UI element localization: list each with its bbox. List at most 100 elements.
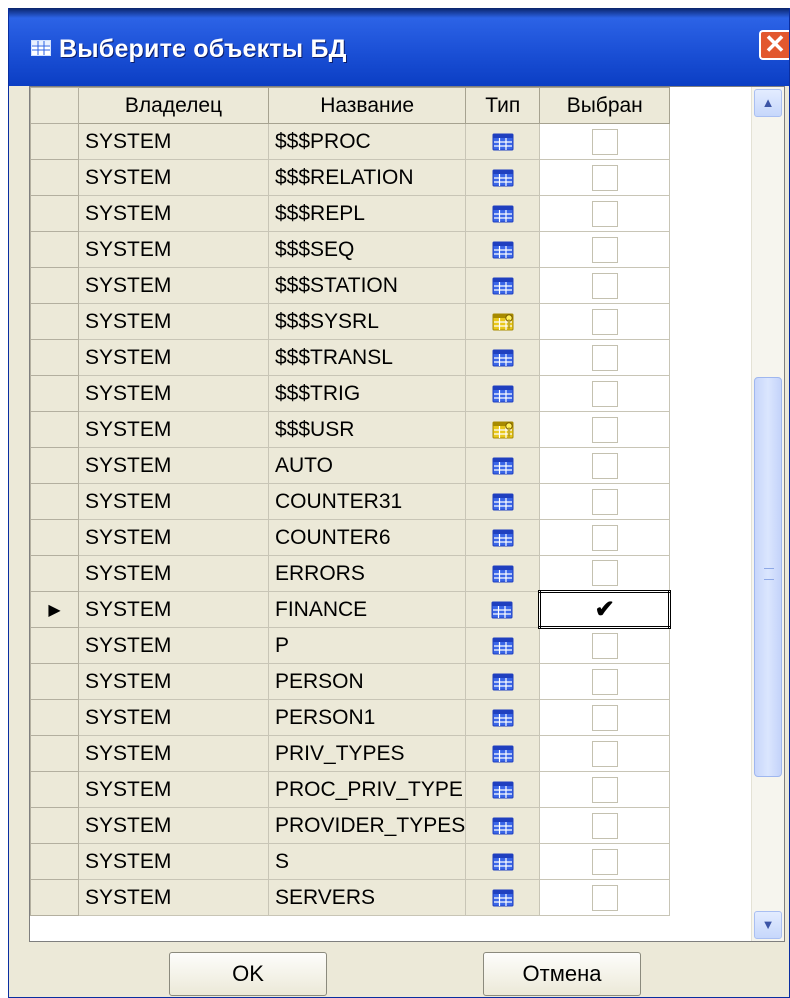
selected-cell[interactable]: [539, 195, 671, 232]
selected-checkbox[interactable]: [591, 236, 618, 263]
row-indicator[interactable]: [30, 411, 79, 448]
type-cell[interactable]: [465, 339, 541, 376]
name-cell[interactable]: PRIV_TYPES: [267, 735, 467, 772]
selected-cell[interactable]: [539, 843, 671, 880]
ok-button[interactable]: OK: [169, 952, 327, 996]
scroll-down-arrow-icon[interactable]: ▼: [754, 911, 782, 939]
scroll-thumb[interactable]: [754, 377, 782, 777]
row-indicator[interactable]: [30, 663, 79, 700]
owner-cell[interactable]: SYSTEM: [78, 159, 269, 196]
type-cell[interactable]: [465, 699, 541, 736]
name-cell[interactable]: $$$SYSRL: [267, 303, 467, 340]
selected-cell[interactable]: [539, 339, 671, 376]
selected-checkbox[interactable]: [591, 560, 618, 586]
type-cell[interactable]: [465, 195, 541, 232]
selected-cell[interactable]: [539, 159, 671, 196]
table-row[interactable]: SYSTEM $$$REPL: [30, 195, 671, 232]
name-cell[interactable]: PERSON1: [267, 699, 467, 736]
name-cell[interactable]: PERSON: [267, 663, 467, 700]
table-row[interactable]: SYSTEM $$$USR: [30, 411, 671, 448]
scroll-up-arrow-icon[interactable]: ▲: [754, 89, 782, 117]
table-row[interactable]: SYSTEM $$$SEQ: [30, 231, 671, 268]
row-indicator[interactable]: [30, 555, 79, 592]
selected-cell[interactable]: [539, 231, 671, 268]
selected-checkbox[interactable]: [591, 704, 618, 731]
header-type[interactable]: Тип: [465, 87, 541, 124]
type-cell[interactable]: [465, 843, 541, 880]
selected-cell[interactable]: [539, 771, 671, 808]
selected-checkbox[interactable]: [591, 380, 618, 407]
name-cell[interactable]: $$$TRIG: [267, 375, 467, 412]
owner-cell[interactable]: SYSTEM: [78, 303, 269, 340]
row-indicator[interactable]: [30, 483, 79, 520]
table-row[interactable]: SYSTEM AUTO: [30, 447, 671, 484]
owner-cell[interactable]: SYSTEM: [78, 411, 269, 448]
name-cell[interactable]: $$$RELATION: [267, 159, 467, 196]
type-cell[interactable]: [465, 375, 541, 412]
owner-cell[interactable]: SYSTEM: [78, 699, 269, 736]
selected-checkbox[interactable]: [591, 452, 618, 479]
selected-cell[interactable]: ✔: [538, 590, 672, 629]
selected-cell[interactable]: [539, 807, 671, 844]
owner-cell[interactable]: SYSTEM: [78, 339, 269, 376]
selected-cell[interactable]: [539, 483, 671, 520]
selected-checkbox[interactable]: [591, 776, 618, 803]
row-indicator[interactable]: [30, 339, 79, 376]
selected-cell[interactable]: [539, 663, 671, 700]
selected-checkbox[interactable]: [591, 164, 618, 191]
table-row[interactable]: SYSTEM S: [30, 843, 671, 880]
table-row[interactable]: SYSTEM $$$PROC: [30, 123, 671, 160]
selected-cell[interactable]: [539, 303, 671, 340]
header-owner[interactable]: Владелец: [78, 87, 269, 124]
type-cell[interactable]: [465, 303, 541, 340]
name-cell[interactable]: PROC_PRIV_TYPE: [267, 771, 467, 808]
row-indicator[interactable]: [30, 807, 79, 844]
owner-cell[interactable]: SYSTEM: [78, 843, 269, 880]
current-row-indicator[interactable]: ▶: [30, 591, 79, 628]
name-cell[interactable]: AUTO: [267, 447, 467, 484]
name-cell[interactable]: P: [267, 627, 467, 664]
selected-checkbox[interactable]: [591, 128, 618, 155]
row-indicator[interactable]: [30, 735, 79, 772]
name-cell[interactable]: $$$USR: [267, 411, 467, 448]
row-indicator[interactable]: [30, 303, 79, 340]
row-indicator[interactable]: [30, 159, 79, 196]
owner-cell[interactable]: SYSTEM: [78, 879, 269, 916]
owner-cell[interactable]: SYSTEM: [78, 123, 269, 160]
row-indicator[interactable]: [30, 699, 79, 736]
owner-cell[interactable]: SYSTEM: [78, 663, 269, 700]
selected-checkbox[interactable]: [591, 308, 618, 335]
table-row[interactable]: SYSTEM PROVIDER_TYPES: [30, 807, 671, 844]
selected-cell[interactable]: [539, 735, 671, 772]
table-row[interactable]: SYSTEM COUNTER31: [30, 483, 671, 520]
selected-cell[interactable]: [539, 879, 671, 916]
selected-checkbox[interactable]: [591, 200, 618, 227]
table-row[interactable]: SYSTEM COUNTER6: [30, 519, 671, 556]
type-cell[interactable]: [465, 771, 541, 808]
row-indicator[interactable]: [30, 843, 79, 880]
name-cell[interactable]: $$$PROC: [267, 123, 467, 160]
type-cell[interactable]: [465, 879, 541, 916]
type-cell[interactable]: [465, 627, 541, 664]
table-row[interactable]: SYSTEM PERSON1: [30, 699, 671, 736]
name-cell[interactable]: $$$TRANSL: [267, 339, 467, 376]
owner-cell[interactable]: SYSTEM: [78, 195, 269, 232]
type-cell[interactable]: [465, 591, 541, 628]
name-cell[interactable]: $$$STATION: [267, 267, 467, 304]
name-cell[interactable]: SERVERS: [267, 879, 467, 916]
table-row[interactable]: SYSTEM SERVERS: [30, 879, 671, 916]
selected-cell[interactable]: [539, 555, 671, 592]
table-row[interactable]: SYSTEM $$$TRIG: [30, 375, 671, 412]
row-indicator[interactable]: [30, 231, 79, 268]
close-button[interactable]: ✕: [759, 30, 789, 60]
selected-checkbox[interactable]: [591, 848, 618, 875]
selected-checkbox[interactable]: [591, 344, 618, 371]
selected-checkbox[interactable]: [591, 416, 618, 443]
objects-grid[interactable]: Владелец Название Тип Выбран SYSTEM $$$PR…: [29, 86, 785, 942]
header-selected[interactable]: Выбран: [539, 87, 671, 124]
type-cell[interactable]: [465, 663, 541, 700]
row-indicator[interactable]: [30, 771, 79, 808]
name-cell[interactable]: $$$SEQ: [267, 231, 467, 268]
selected-checkbox[interactable]: [591, 488, 618, 515]
header-name[interactable]: Название: [267, 87, 467, 124]
